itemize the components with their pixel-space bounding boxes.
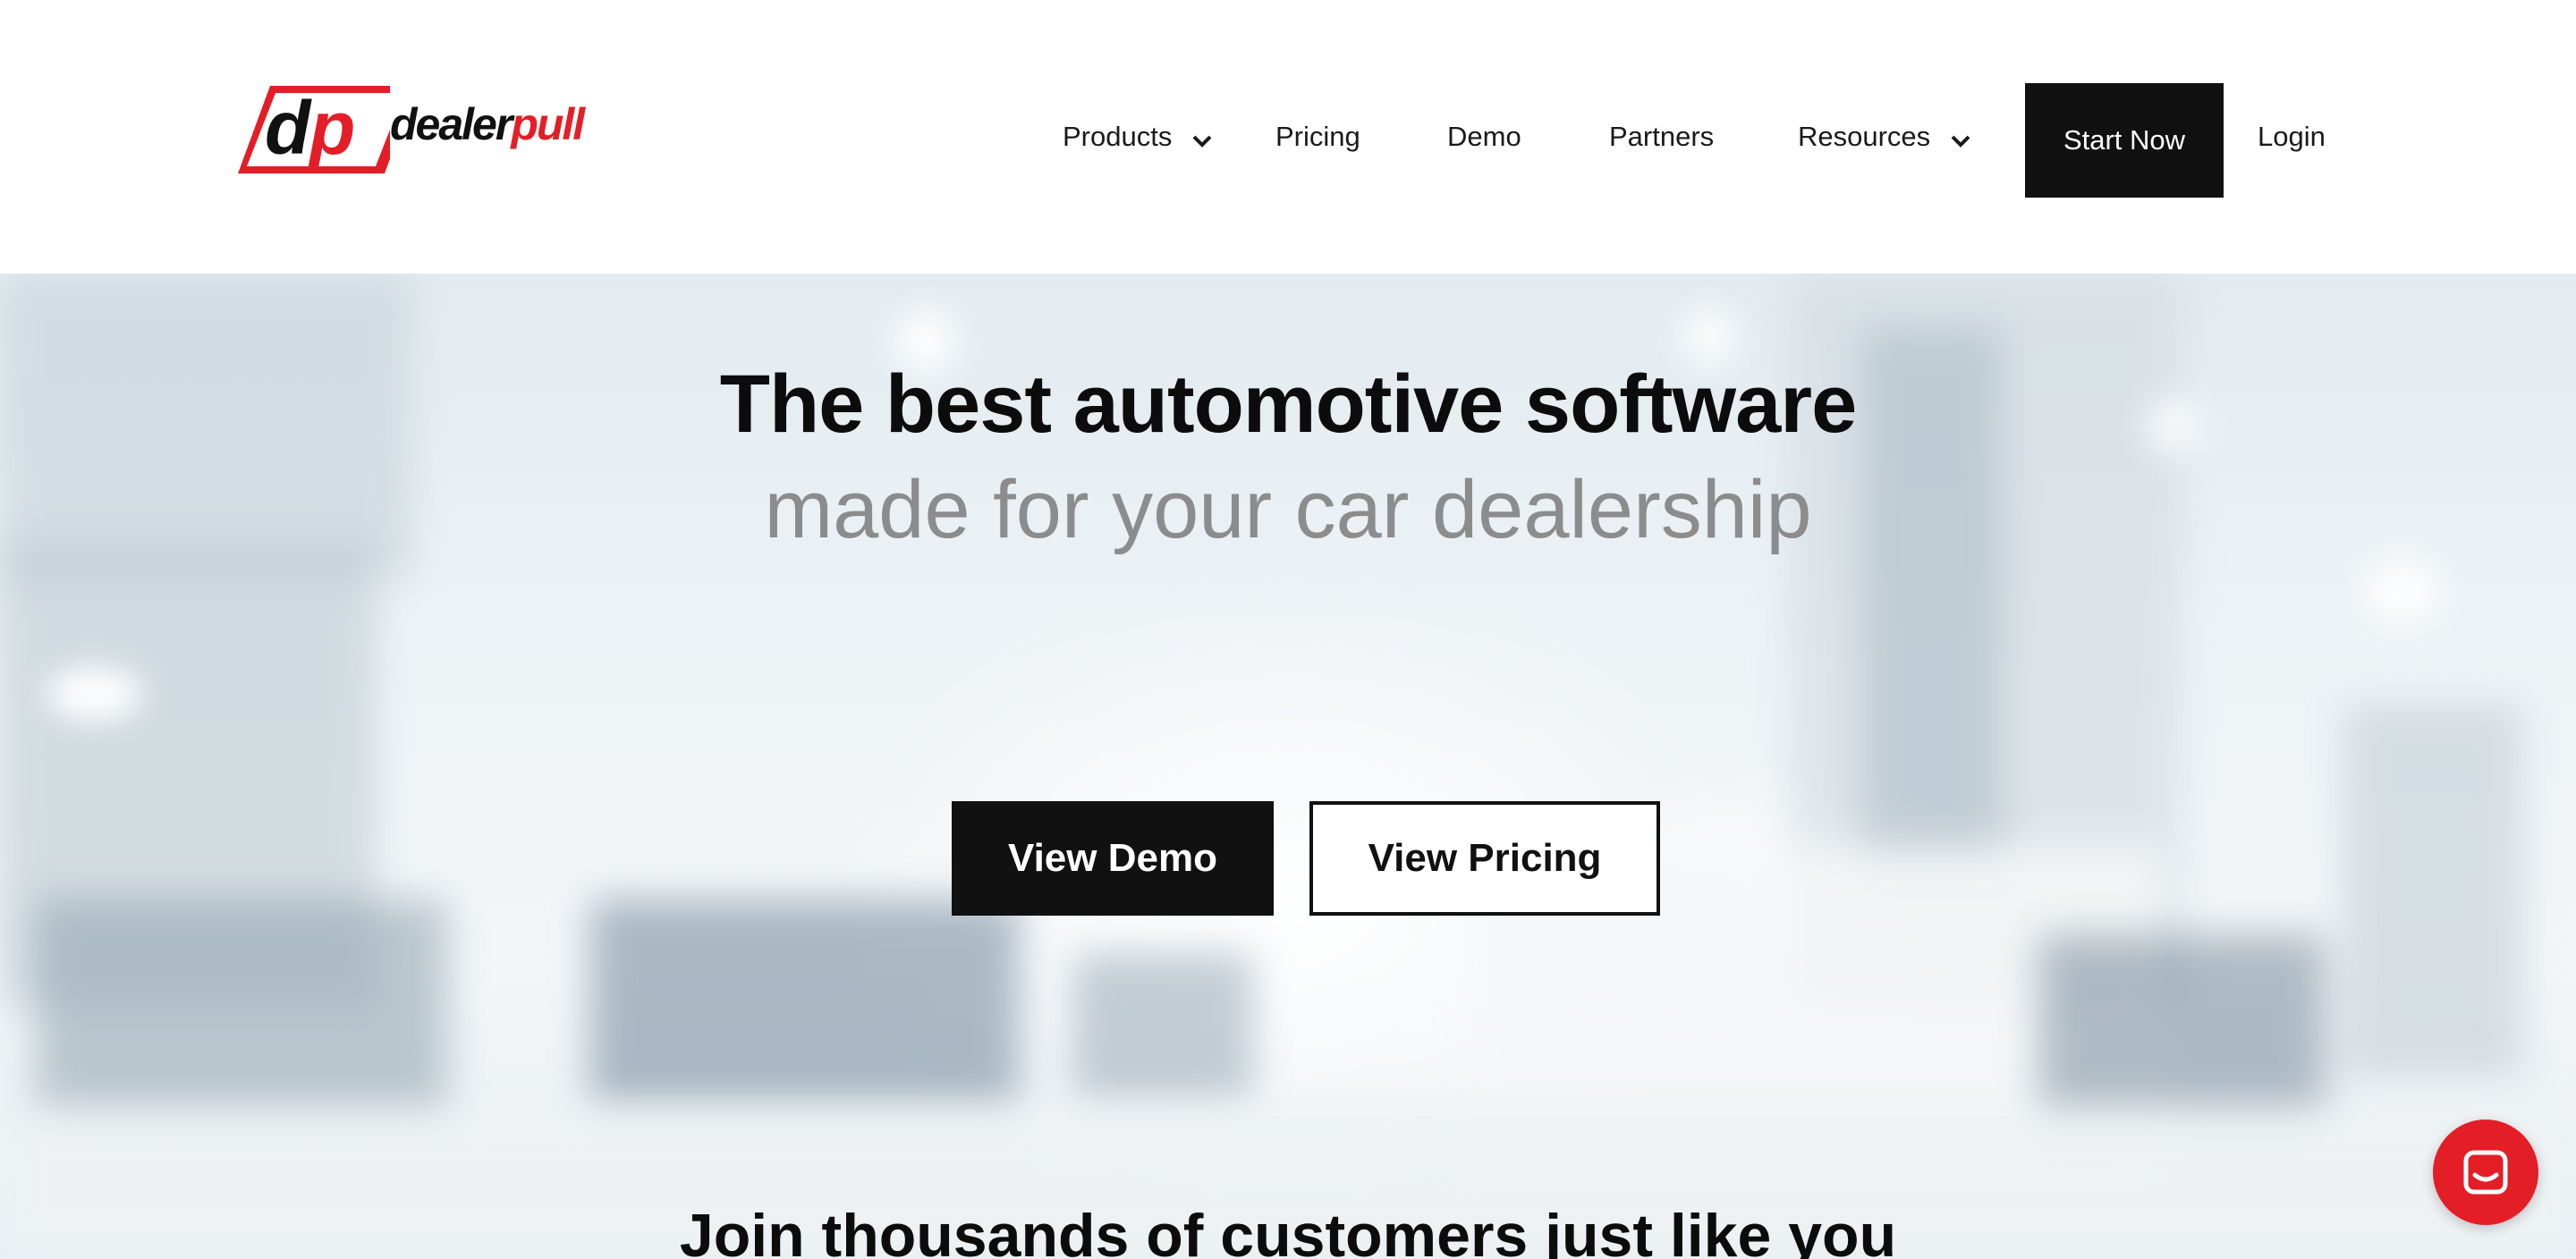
chevron-down-icon	[1192, 116, 1212, 161]
nav-pricing-label: Pricing	[1275, 121, 1360, 152]
main-nav: Products Pricing Demo Partners Resources…	[0, 0, 2576, 274]
start-now-button[interactable]: Start Now	[2025, 83, 2224, 198]
view-demo-button[interactable]: View Demo	[952, 801, 1274, 916]
nav-resources[interactable]: Resources	[1798, 114, 1970, 161]
site-header: d p dealerpull Products Pricing Demo Par…	[0, 0, 2576, 274]
hero-title: The best automotive software	[719, 359, 1857, 450]
hero-subtitle: made for your car dealership	[764, 464, 1812, 555]
nav-partners-label: Partners	[1609, 121, 1715, 152]
chat-bubble-icon	[2463, 1150, 2508, 1195]
nav-resources-label: Resources	[1798, 121, 1931, 152]
nav-demo[interactable]: Demo	[1447, 114, 1521, 159]
chat-launcher-button[interactable]	[2433, 1120, 2538, 1225]
nav-partners[interactable]: Partners	[1609, 114, 1714, 159]
nav-products-label: Products	[1063, 121, 1173, 152]
chevron-down-icon	[1951, 116, 1970, 161]
customers-heading: Join thousands of customers just like yo…	[679, 1202, 1897, 1259]
view-pricing-button[interactable]: View Pricing	[1309, 801, 1660, 916]
nav-demo-label: Demo	[1447, 121, 1521, 152]
hero-section: The best automotive software made for yo…	[0, 274, 2576, 1259]
login-link[interactable]: Login	[2258, 114, 2326, 159]
nav-products[interactable]: Products	[1063, 114, 1212, 161]
nav-pricing[interactable]: Pricing	[1275, 114, 1360, 159]
